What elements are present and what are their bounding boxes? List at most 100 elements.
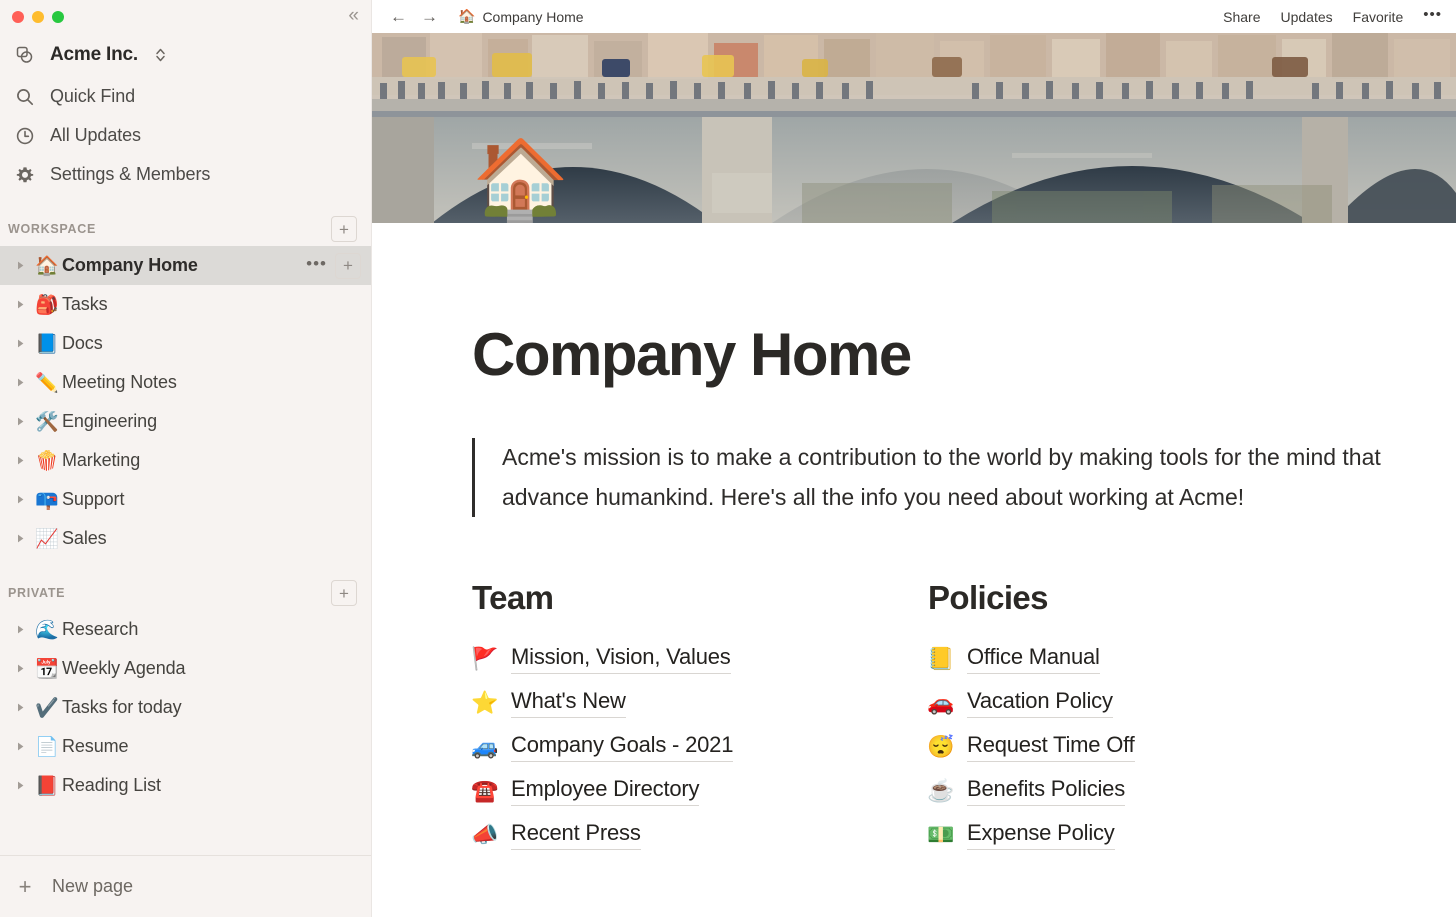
favorite-button[interactable]: Favorite bbox=[1353, 9, 1404, 25]
window-titlebar: « bbox=[0, 0, 371, 33]
sidebar-page-label: Sales bbox=[62, 528, 107, 548]
sidebar-page-support[interactable]: 📪 Support bbox=[0, 480, 371, 519]
page-emoji-icon: 📕 bbox=[35, 775, 59, 797]
app-window: « Acme Inc. Quick Find All Updates Setti… bbox=[0, 0, 1456, 917]
breadcrumb[interactable]: 🏠 Company Home bbox=[458, 8, 584, 25]
link-vacation-policy[interactable]: 🚗 Vacation Policy bbox=[927, 681, 1384, 725]
sidebar-item-all-updates[interactable]: All Updates bbox=[0, 116, 371, 155]
expand-triangle-icon[interactable] bbox=[8, 741, 32, 752]
sidebar-page-resume[interactable]: 📄 Resume bbox=[0, 727, 371, 766]
sidebar-page-reading-list[interactable]: 📕 Reading List bbox=[0, 766, 371, 805]
sidebar-page-tasks-for-today[interactable]: ✔️ Tasks for today bbox=[0, 688, 371, 727]
collapse-sidebar-icon[interactable]: « bbox=[348, 4, 358, 28]
sidebar-page-label: Docs bbox=[62, 333, 103, 353]
sidebar-item-settings-members[interactable]: Settings & Members bbox=[0, 155, 371, 194]
expand-triangle-icon[interactable] bbox=[8, 494, 32, 505]
page-emoji-icon: 🏠 bbox=[35, 255, 59, 277]
sidebar-page-meeting-notes[interactable]: ✏️ Meeting Notes bbox=[0, 363, 371, 402]
maximize-window-button[interactable] bbox=[52, 10, 64, 23]
link-benefits-policies[interactable]: ☕ Benefits Policies bbox=[927, 769, 1384, 813]
link-whats-new[interactable]: ⭐ What's New bbox=[471, 681, 928, 725]
new-page-button[interactable]: + New page bbox=[0, 855, 371, 917]
clock-icon bbox=[14, 126, 36, 146]
add-subpage-button[interactable]: + bbox=[335, 252, 361, 279]
team-column: Team 🚩 Mission, Vision, Values ⭐ What's … bbox=[471, 579, 928, 857]
link-label: What's New bbox=[511, 688, 626, 719]
expand-triangle-icon[interactable] bbox=[8, 702, 32, 713]
sidebar-page-weekly-agenda[interactable]: 📆 Weekly Agenda bbox=[0, 649, 371, 688]
expand-triangle-icon[interactable] bbox=[8, 416, 32, 427]
page-title[interactable]: Company Home bbox=[472, 323, 1384, 386]
link-employee-directory[interactable]: ☎️ Employee Directory bbox=[471, 769, 928, 813]
sidebar-page-label: Research bbox=[62, 619, 139, 639]
link-label: Company Goals - 2021 bbox=[511, 732, 733, 763]
sidebar-page-label: Tasks bbox=[62, 294, 108, 314]
mission-quote-block[interactable]: Acme's mission is to make a contribution… bbox=[472, 438, 1384, 518]
sidebar-page-sales[interactable]: 📈 Sales bbox=[0, 519, 371, 558]
expand-triangle-icon[interactable] bbox=[8, 299, 32, 310]
house-icon: 🏠 bbox=[458, 8, 476, 24]
sidebar-page-label: Company Home bbox=[62, 255, 198, 275]
private-section-title: PRIVATE bbox=[8, 586, 66, 600]
sidebar-page-engineering[interactable]: 🛠️ Engineering bbox=[0, 402, 371, 441]
link-request-time-off[interactable]: 😴 Request Time Off bbox=[927, 725, 1384, 769]
link-expense-policy[interactable]: 💵 Expense Policy bbox=[927, 813, 1384, 857]
megaphone-icon: 📣 bbox=[471, 822, 499, 848]
link-office-manual[interactable]: 📒 Office Manual bbox=[927, 637, 1384, 681]
sidebar-page-label: Support bbox=[62, 489, 125, 509]
page-emoji-icon: 📆 bbox=[35, 658, 59, 680]
link-recent-press[interactable]: 📣 Recent Press bbox=[471, 813, 928, 857]
workspace-switcher[interactable]: Acme Inc. bbox=[0, 33, 371, 77]
workspace-section-title: WORKSPACE bbox=[8, 222, 97, 236]
expand-triangle-icon[interactable] bbox=[8, 663, 32, 674]
page-emoji-icon: 📈 bbox=[35, 528, 59, 550]
forward-arrow-icon[interactable]: → bbox=[421, 8, 438, 25]
gear-icon bbox=[14, 165, 36, 185]
link-mission-vision-values[interactable]: 🚩 Mission, Vision, Values bbox=[471, 637, 928, 681]
share-button[interactable]: Share bbox=[1223, 9, 1260, 25]
expand-triangle-icon[interactable] bbox=[8, 260, 32, 271]
expand-triangle-icon[interactable] bbox=[8, 377, 32, 388]
sidebar-item-quick-find[interactable]: Quick Find bbox=[0, 77, 371, 116]
red-car-icon: 🚗 bbox=[927, 690, 955, 716]
sidebar-page-label: Reading List bbox=[62, 775, 161, 795]
sidebar-page-label: Meeting Notes bbox=[62, 372, 177, 392]
back-arrow-icon[interactable]: ← bbox=[390, 8, 407, 25]
updates-button[interactable]: Updates bbox=[1281, 9, 1333, 25]
sidebar-item-label: All Updates bbox=[50, 125, 141, 145]
page-icon-emoji[interactable]: 🏠 bbox=[472, 140, 569, 218]
sidebar-page-company-home[interactable]: 🏠 Company Home ••• + bbox=[0, 246, 371, 285]
chevron-updown-icon bbox=[154, 46, 167, 64]
private-section-header: PRIVATE + bbox=[0, 576, 371, 610]
more-options-button[interactable]: ••• bbox=[1423, 6, 1442, 27]
search-icon bbox=[14, 87, 36, 107]
expand-triangle-icon[interactable] bbox=[8, 780, 32, 791]
sidebar-page-label: Weekly Agenda bbox=[62, 658, 186, 678]
sleeping-face-icon: 😴 bbox=[927, 734, 955, 760]
sidebar-page-tasks[interactable]: 🎒 Tasks bbox=[0, 285, 371, 324]
workspace-name: Acme Inc. bbox=[50, 44, 138, 65]
minimize-window-button[interactable] bbox=[32, 10, 44, 23]
close-window-button[interactable] bbox=[12, 10, 24, 23]
traffic-light-group bbox=[12, 10, 64, 23]
sidebar: « Acme Inc. Quick Find All Updates Setti… bbox=[0, 0, 372, 917]
expand-triangle-icon[interactable] bbox=[8, 338, 32, 349]
star-icon: ⭐ bbox=[471, 690, 499, 716]
row-actions: ••• + bbox=[306, 252, 361, 279]
expand-triangle-icon[interactable] bbox=[8, 533, 32, 544]
banknote-icon: 💵 bbox=[927, 822, 955, 848]
add-workspace-page-button[interactable]: + bbox=[331, 216, 357, 242]
page-emoji-icon: 🛠️ bbox=[35, 411, 59, 433]
sidebar-page-docs[interactable]: 📘 Docs bbox=[0, 324, 371, 363]
team-column-title: Team bbox=[472, 579, 554, 617]
expand-triangle-icon[interactable] bbox=[8, 455, 32, 466]
sidebar-page-research[interactable]: 🌊 Research bbox=[0, 610, 371, 649]
sidebar-page-tree: WORKSPACE + 🏠 Company Home ••• + 🎒 Tasks… bbox=[0, 194, 371, 855]
add-private-page-button[interactable]: + bbox=[331, 580, 357, 606]
sidebar-page-marketing[interactable]: 🍿 Marketing bbox=[0, 441, 371, 480]
page-more-options-button[interactable]: ••• bbox=[306, 255, 327, 276]
sidebar-item-label: Settings & Members bbox=[50, 164, 211, 184]
page-emoji-icon: ✔️ bbox=[35, 697, 59, 719]
link-company-goals-2021[interactable]: 🚙 Company Goals - 2021 bbox=[471, 725, 928, 769]
expand-triangle-icon[interactable] bbox=[8, 624, 32, 635]
